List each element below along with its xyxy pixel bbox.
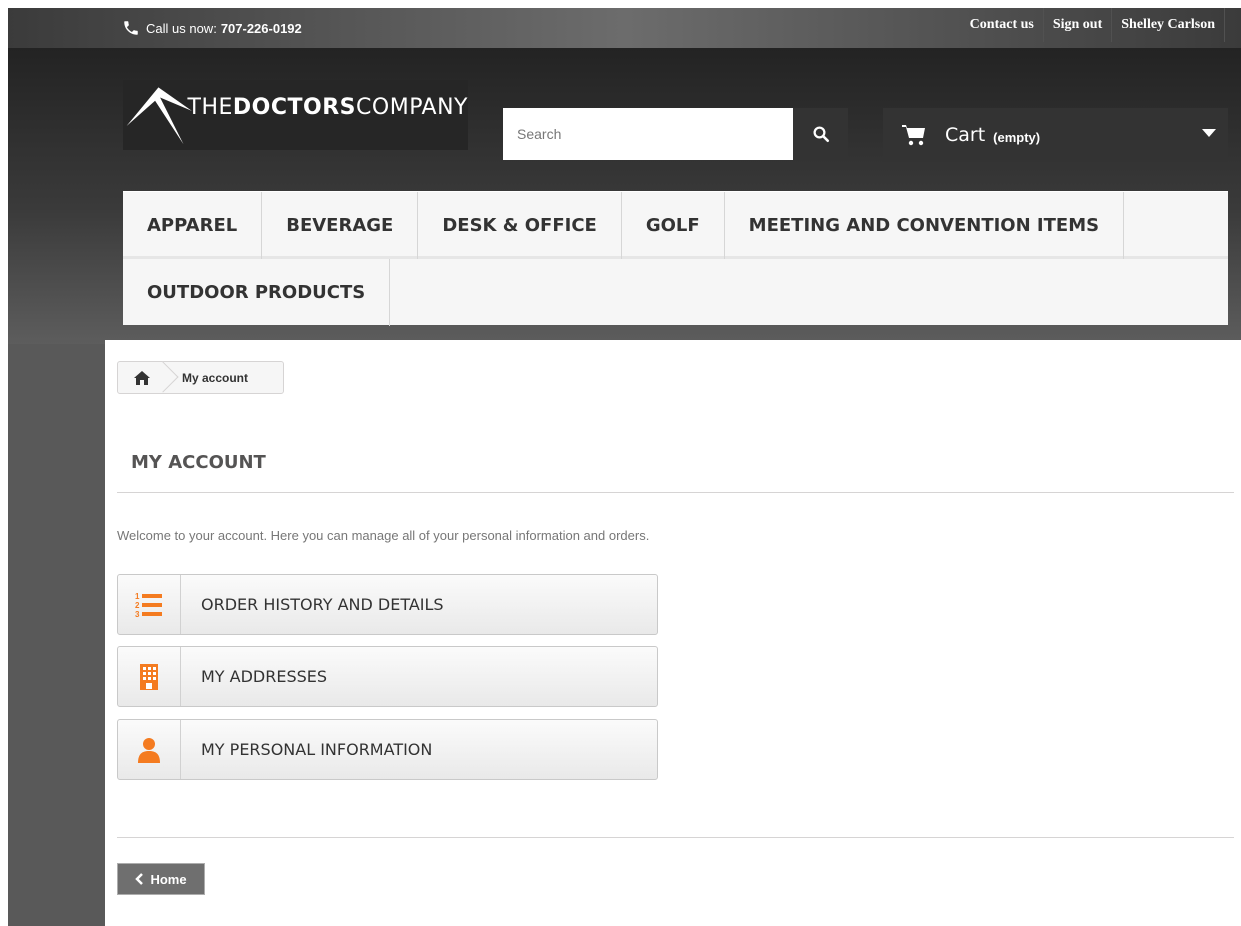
menu-row-2: OUTDOOR PRODUCTS <box>123 259 1228 326</box>
menu-row-1: APPAREL BEVERAGE DESK & OFFICE GOLF MEET… <box>123 192 1228 259</box>
user-icon <box>138 737 160 763</box>
list-ol-icon: 1 2 3 <box>135 592 162 619</box>
home-icon <box>134 370 150 385</box>
menu-item-golf[interactable]: GOLF <box>622 192 725 259</box>
svg-text:2: 2 <box>135 601 140 610</box>
order-history-button[interactable]: 1 2 3 ORDER HISTORY AND DETAILS <box>117 574 658 635</box>
cart-label: Cart <box>945 124 986 146</box>
personal-info-button[interactable]: MY PERSONAL INFORMATION <box>117 719 658 780</box>
search-button[interactable] <box>793 108 848 160</box>
menu-item-beverage[interactable]: BEVERAGE <box>262 192 419 259</box>
site-logo[interactable]: THEDOCTORSCOMPANY <box>123 80 468 150</box>
search-icon <box>813 126 829 143</box>
caret-down-icon <box>1202 129 1216 137</box>
menu-item-desk-office[interactable]: DESK & OFFICE <box>418 192 622 259</box>
phone-number: 707-226-0192 <box>220 20 302 36</box>
my-addresses-label: MY ADDRESSES <box>201 667 328 686</box>
menu-item-outdoor-products[interactable]: OUTDOOR PRODUCTS <box>123 259 391 326</box>
site-header: Call us now: 707-226-0192 Contact us Sig… <box>8 8 1241 344</box>
sign-out-link[interactable]: Sign out <box>1042 8 1111 42</box>
intro-text: Welcome to your account. Here you can ma… <box>117 528 650 543</box>
building-icon <box>140 663 158 690</box>
my-addresses-button[interactable]: MY ADDRESSES <box>117 646 658 707</box>
phone-icon <box>124 21 138 35</box>
svg-text:1: 1 <box>135 592 140 601</box>
chevron-left-icon <box>135 873 144 885</box>
order-history-label: ORDER HISTORY AND DETAILS <box>201 595 444 614</box>
personal-info-label: MY PERSONAL INFORMATION <box>201 740 433 759</box>
breadcrumb-home[interactable] <box>118 361 179 393</box>
logo-arrow-icon <box>126 87 192 145</box>
home-button[interactable]: Home <box>117 863 205 895</box>
shopping-cart-icon <box>902 125 925 146</box>
top-bar: Call us now: 707-226-0192 Contact us Sig… <box>8 8 1241 48</box>
menu-item-apparel[interactable]: APPAREL <box>123 192 263 259</box>
cart-quantity: (empty) <box>993 129 1041 145</box>
phone-info: Call us now: 707-226-0192 <box>122 13 302 43</box>
contact-us-link[interactable]: Contact us <box>959 8 1043 42</box>
home-button-label: Home <box>150 871 187 887</box>
search-box <box>503 108 848 160</box>
main-menu: APPAREL BEVERAGE DESK & OFFICE GOLF MEET… <box>123 191 1228 326</box>
breadcrumb: My account <box>117 361 284 394</box>
footer-divider <box>117 837 1234 838</box>
logo-text: THEDOCTORSCOMPANY <box>187 94 468 120</box>
main-content: My account MY ACCOUNT Welcome to your ac… <box>105 340 1241 926</box>
top-links: Contact us Sign out Shelley Carlson <box>959 8 1225 48</box>
page-title: MY ACCOUNT <box>117 452 1234 493</box>
search-input[interactable] <box>503 108 793 160</box>
svg-text:3: 3 <box>135 610 140 619</box>
menu-item-meeting-convention[interactable]: MEETING AND CONVENTION ITEMS <box>725 192 1125 259</box>
breadcrumb-current: My account <box>182 370 249 385</box>
cart-dropdown[interactable]: Cart (empty) <box>883 108 1228 162</box>
user-account-link[interactable]: Shelley Carlson <box>1111 8 1225 42</box>
phone-label: Call us now: <box>146 20 217 36</box>
breadcrumb-separator <box>147 361 179 393</box>
